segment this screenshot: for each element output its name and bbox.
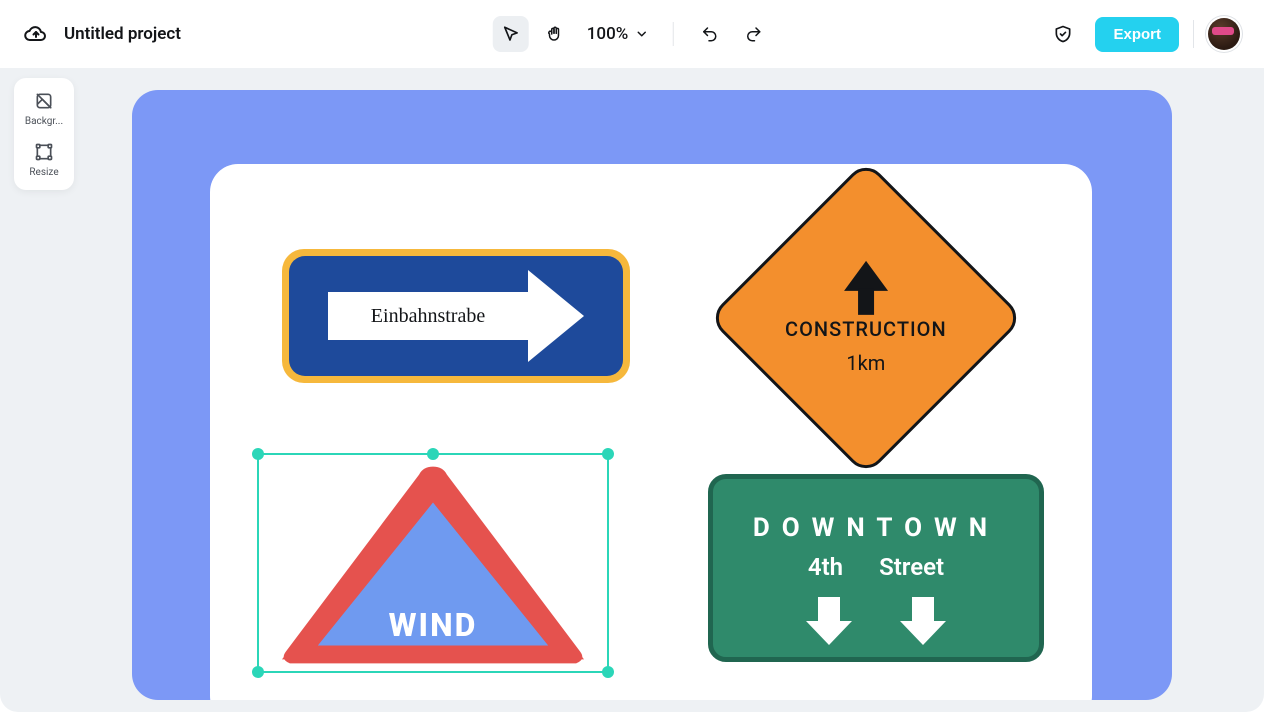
resize-handle-top-left[interactable] <box>252 448 264 460</box>
sign-wind[interactable]: WIND <box>274 460 592 670</box>
user-avatar[interactable] <box>1208 18 1240 50</box>
sign-construction-title: CONSTRUCTION <box>785 317 947 341</box>
separator <box>672 22 673 46</box>
zoom-level-label: 100% <box>587 24 629 44</box>
arrow-down-icon <box>912 597 934 623</box>
toolbar-center: 100% <box>493 16 772 52</box>
resize-handle-bottom-left[interactable] <box>252 666 264 678</box>
sign-construction-content: CONSTRUCTION 1km <box>785 261 947 375</box>
arrow-down-icon <box>818 597 840 623</box>
zoom-dropdown[interactable]: 100% <box>587 24 649 44</box>
undo-button[interactable] <box>691 16 727 52</box>
chevron-down-icon <box>634 27 648 41</box>
sign-oneway-inner: Einbahnstrabe <box>289 256 623 376</box>
project-title[interactable]: Untitled project <box>64 24 181 44</box>
sign-wind-text: WIND <box>274 606 592 644</box>
resize-handle-bottom-right[interactable] <box>602 666 614 678</box>
resize-icon <box>33 141 55 163</box>
sign-downtown-title: DOWNTOWN <box>753 513 999 543</box>
resize-handle-top-middle[interactable] <box>427 448 439 460</box>
background-icon <box>33 90 55 112</box>
sign-downtown[interactable]: DOWNTOWN 4th Street <box>708 474 1044 662</box>
side-item-label: Backgr... <box>25 116 63 127</box>
background-tool[interactable]: Backgr... <box>14 90 74 127</box>
side-panel: Backgr... Resize <box>14 78 74 190</box>
separator <box>1193 20 1194 48</box>
workspace: Backgr... Resize Einbahnstrabe <box>0 68 1264 712</box>
artboard[interactable]: Einbahnstrabe CONSTRUCTION 1km <box>210 164 1092 700</box>
export-button[interactable]: Export <box>1095 17 1179 52</box>
arrow-up-icon <box>844 261 888 291</box>
cloud-sync-icon[interactable] <box>24 22 48 46</box>
shield-check-icon[interactable] <box>1045 16 1081 52</box>
sign-construction-distance: 1km <box>847 351 886 375</box>
resize-handle-top-right[interactable] <box>602 448 614 460</box>
design-frame[interactable]: Einbahnstrabe CONSTRUCTION 1km <box>132 90 1172 700</box>
sign-oneway-text: Einbahnstrabe <box>328 292 528 340</box>
redo-button[interactable] <box>735 16 771 52</box>
sign-downtown-arrows <box>818 597 934 623</box>
select-tool-button[interactable] <box>493 16 529 52</box>
resize-tool[interactable]: Resize <box>14 141 74 178</box>
side-item-label: Resize <box>29 167 58 178</box>
top-bar: Untitled project 100% <box>0 0 1264 68</box>
sign-downtown-sub1: 4th <box>808 553 843 581</box>
sign-downtown-sub2: Street <box>879 553 944 581</box>
pan-tool-button[interactable] <box>537 16 573 52</box>
sign-oneway[interactable]: Einbahnstrabe <box>282 249 630 383</box>
sign-downtown-subtitle: 4th Street <box>808 553 944 581</box>
top-bar-right: Export <box>1045 16 1240 52</box>
sign-construction[interactable]: CONSTRUCTION 1km <box>708 160 1025 477</box>
arrow-right-icon: Einbahnstrabe <box>328 270 584 362</box>
